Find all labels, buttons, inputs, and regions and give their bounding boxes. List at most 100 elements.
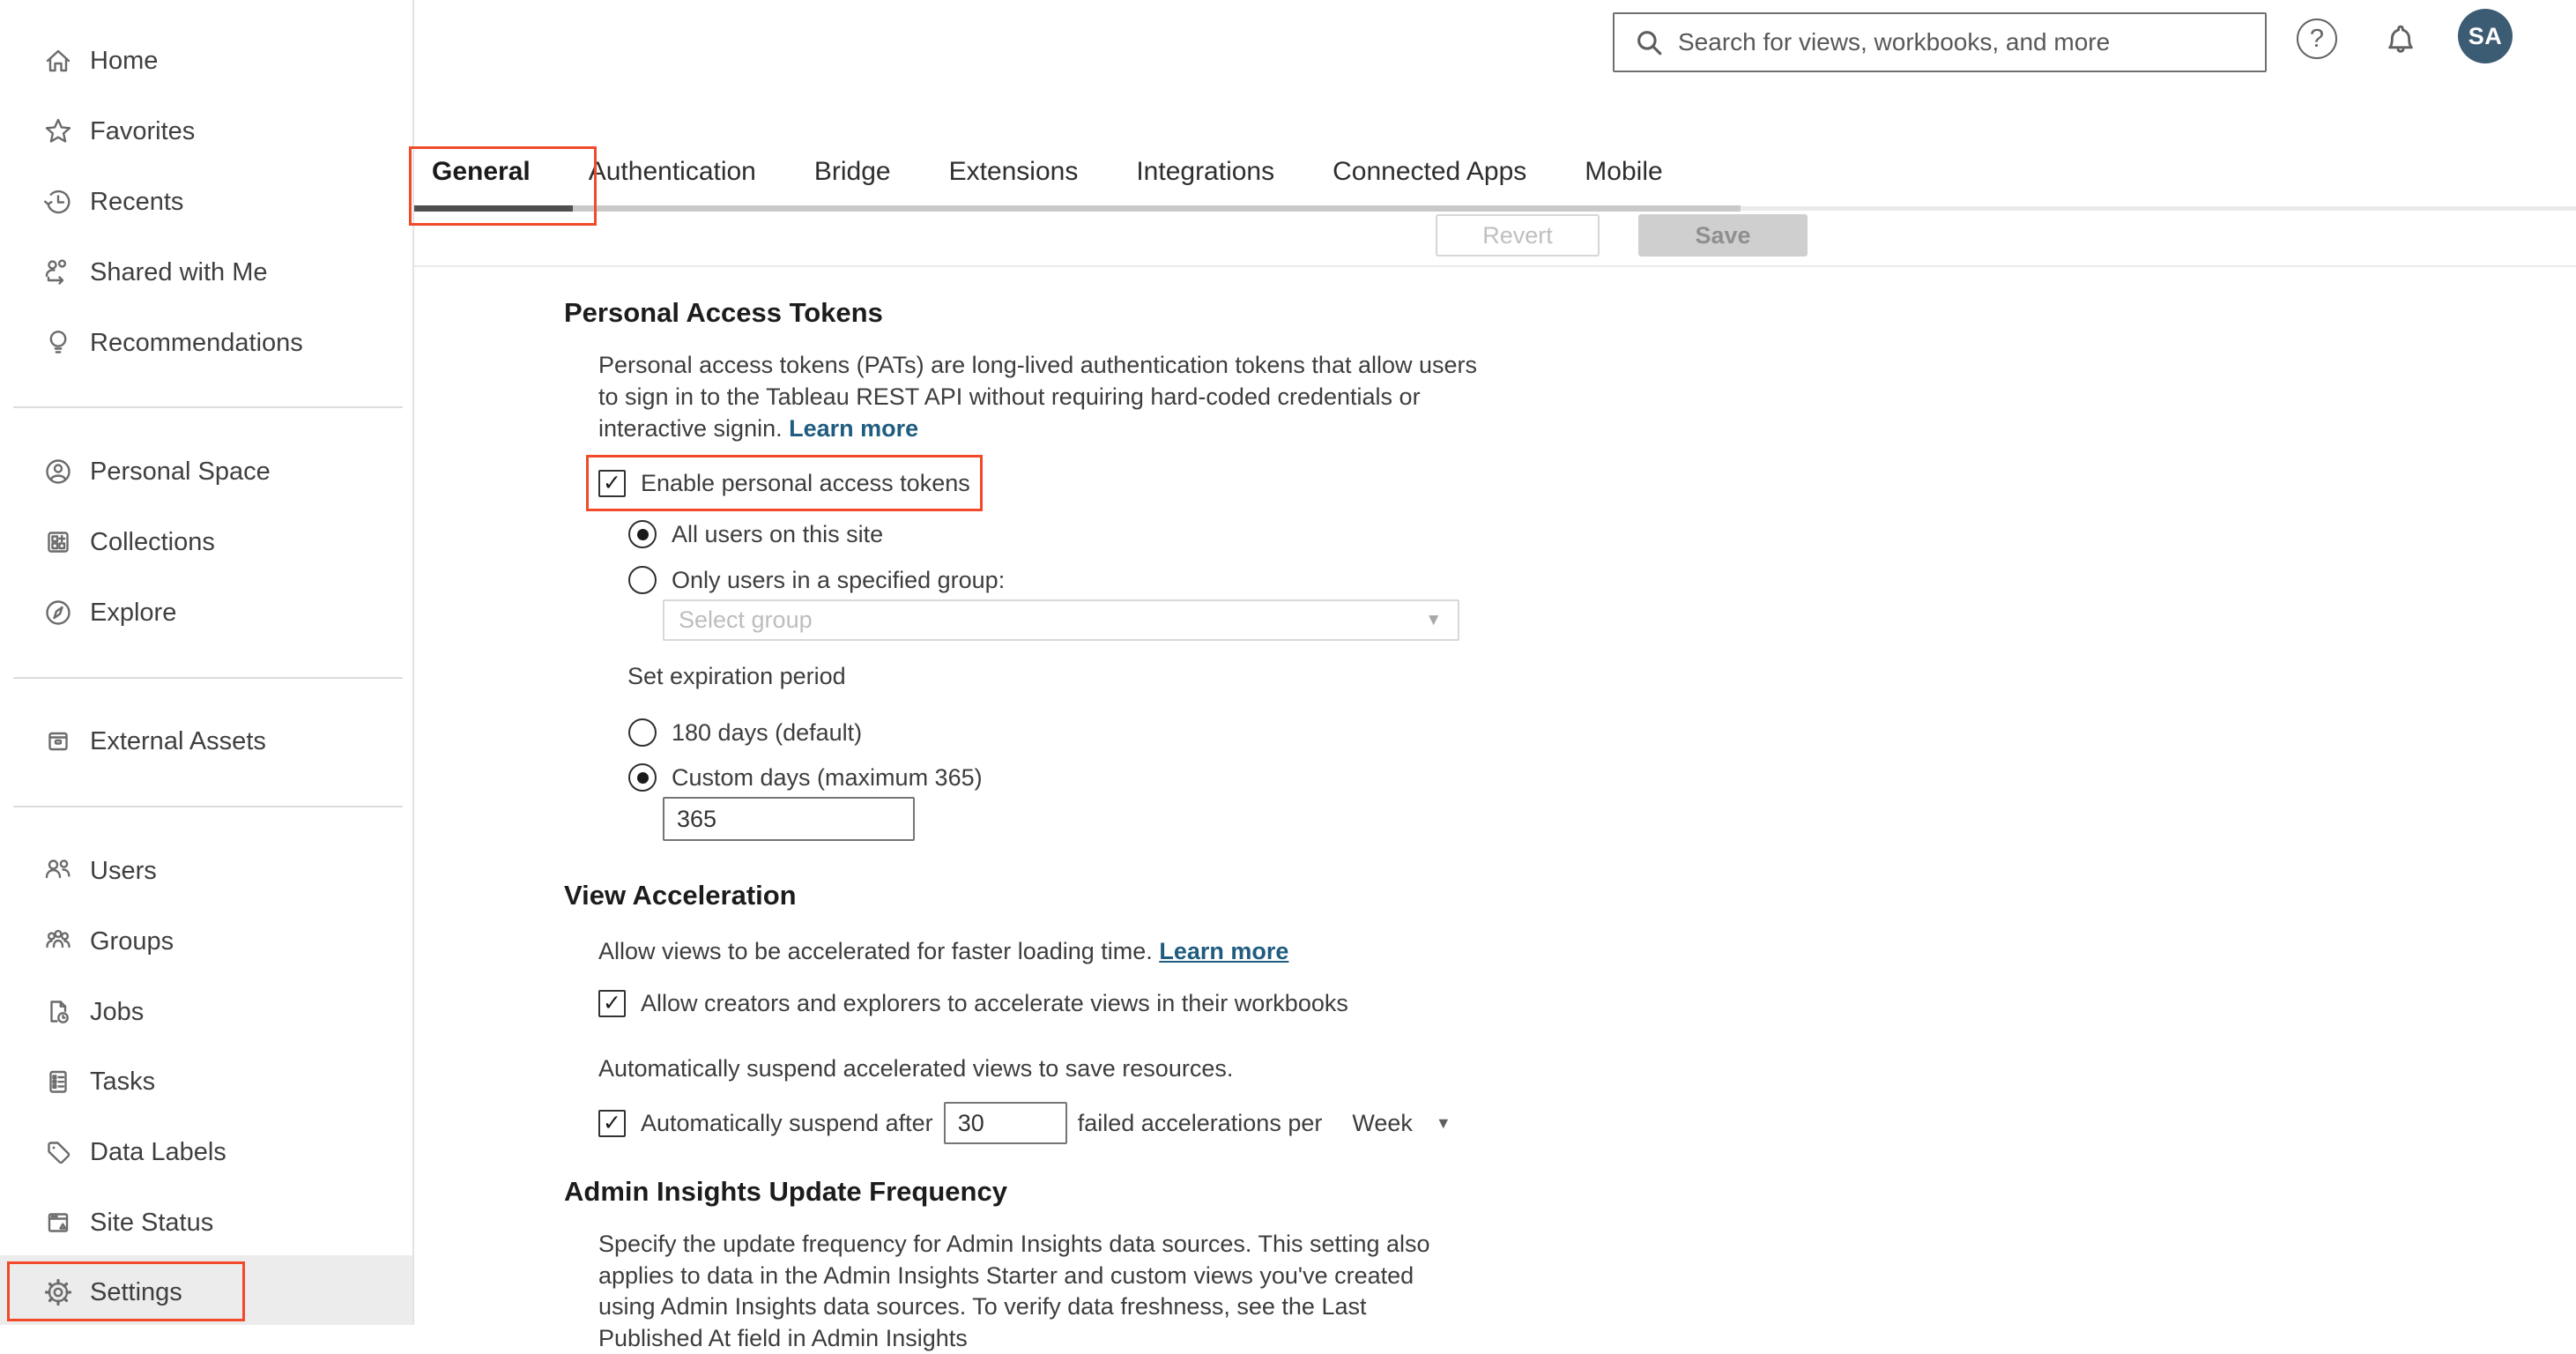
tab-integrations[interactable]: Integrations xyxy=(1136,157,1274,196)
compass-icon xyxy=(41,595,76,630)
checkmark-icon: ✓ xyxy=(603,470,621,495)
checkmark-icon: ✓ xyxy=(603,990,621,1016)
sidebar-item-favorites[interactable]: Favorites xyxy=(0,96,412,167)
chevron-down-icon[interactable]: ▼ xyxy=(1436,1114,1451,1133)
tag-icon xyxy=(41,1135,76,1170)
sidebar-item-label: Jobs xyxy=(90,997,145,1026)
search-box xyxy=(1613,12,2267,72)
sidebar-item-label: External Assets xyxy=(90,726,266,755)
sidebar-item-label: Settings xyxy=(90,1277,182,1306)
expiration-default-radio[interactable] xyxy=(628,718,657,747)
admin-insights-title: Admin Insights Update Frequency xyxy=(564,1176,1007,1207)
auto-suspend-checkbox[interactable]: ✓ xyxy=(598,1109,626,1137)
sidebar-item-personal-space[interactable]: Personal Space xyxy=(0,436,412,507)
sidebar-item-site-status[interactable]: Site Status xyxy=(0,1187,412,1258)
expiration-custom-row: Custom days (maximum 365) xyxy=(628,763,983,792)
history-clock-icon xyxy=(41,184,76,219)
sidebar-divider xyxy=(13,806,403,807)
users-icon xyxy=(41,853,76,889)
suspend-period-dropdown[interactable]: Week xyxy=(1352,1110,1413,1137)
chevron-down-icon: ▼ xyxy=(1425,610,1442,629)
sidebar-item-label: Tasks xyxy=(90,1067,156,1096)
scope-all-users-radio[interactable] xyxy=(628,520,657,548)
home-icon xyxy=(41,43,76,78)
sidebar-item-label: Shared with Me xyxy=(90,257,268,286)
sidebar-item-label: Groups xyxy=(90,926,174,956)
user-avatar[interactable]: SA xyxy=(2458,9,2513,63)
tab-extensions[interactable]: Extensions xyxy=(949,157,1079,196)
pat-learn-more-link[interactable]: Learn more xyxy=(789,415,918,442)
avatar-initials: SA xyxy=(2468,22,2503,49)
search-input[interactable] xyxy=(1676,17,2265,68)
sidebar-item-groups[interactable]: Groups xyxy=(0,906,412,977)
pat-description: Personal access tokens (PATs) are long-l… xyxy=(598,352,1478,442)
allow-accelerate-checkbox[interactable]: ✓ xyxy=(598,990,626,1017)
sidebar-item-recommendations[interactable]: Recommendations xyxy=(0,308,412,378)
groups-icon xyxy=(41,924,76,959)
sidebar-item-jobs[interactable]: Jobs xyxy=(0,977,412,1047)
sidebar-item-label: Users xyxy=(90,856,157,885)
collections-grid-icon xyxy=(41,524,76,560)
sidebar-item-label: Data Labels xyxy=(90,1137,226,1166)
bell-icon xyxy=(2388,25,2413,53)
auto-suspend-row: ✓ Automatically suspend after failed acc… xyxy=(598,1100,1451,1146)
pat-section-title: Personal Access Tokens xyxy=(564,297,883,328)
revert-button[interactable]: Revert xyxy=(1436,214,1600,257)
gear-icon xyxy=(41,1275,76,1310)
notifications-button[interactable] xyxy=(2379,18,2422,60)
tasks-clipboard-icon xyxy=(41,1064,76,1099)
toolbar-divider xyxy=(414,265,2576,267)
sidebar-item-label: Favorites xyxy=(90,116,196,145)
enable-pat-checkbox[interactable]: ✓ xyxy=(598,470,626,497)
sidebar-divider xyxy=(13,406,403,408)
tab-connected-apps[interactable]: Connected Apps xyxy=(1333,157,1526,196)
person-circle-icon xyxy=(41,454,76,489)
sidebar-item-collections[interactable]: Collections xyxy=(0,507,412,577)
sidebar-item-settings[interactable]: Settings xyxy=(0,1257,412,1328)
sidebar-item-external-assets[interactable]: External Assets xyxy=(0,706,412,777)
save-button[interactable]: Save xyxy=(1638,214,1808,257)
sidebar-item-label: Home xyxy=(90,46,159,75)
expiration-period-label: Set expiration period xyxy=(627,663,846,689)
auto-suspend-prefix: Automatically suspend after xyxy=(641,1109,933,1136)
sidebar-item-home[interactable]: Home xyxy=(0,26,412,96)
jobs-document-clock-icon xyxy=(41,994,76,1030)
sidebar-item-label: Personal Space xyxy=(90,457,271,486)
sidebar-item-tasks[interactable]: Tasks xyxy=(0,1046,412,1117)
failed-accelerations-input[interactable] xyxy=(943,1102,1067,1144)
custom-days-input[interactable] xyxy=(663,797,915,841)
auto-suspend-suffix: failed accelerations per xyxy=(1077,1109,1323,1136)
sidebar-item-explore[interactable]: Explore xyxy=(0,577,412,648)
expiration-default-label: 180 days (default) xyxy=(672,718,863,746)
tab-bridge[interactable]: Bridge xyxy=(814,157,891,196)
allow-accelerate-label: Allow creators and explorers to accelera… xyxy=(641,990,1348,1016)
scope-all-users-label: All users on this site xyxy=(672,520,884,547)
external-assets-box-icon xyxy=(41,724,76,759)
view-acceleration-description: Allow views to be accelerated for faster… xyxy=(598,938,1289,964)
view-acceleration-learn-more-link[interactable]: Learn more xyxy=(1159,938,1288,964)
scope-group-label: Only users in a specified group: xyxy=(672,566,1006,593)
tab-authentication[interactable]: Authentication xyxy=(589,157,756,196)
sidebar-item-label: Explore xyxy=(90,598,177,627)
tab-track xyxy=(414,205,1741,212)
scope-group-radio[interactable] xyxy=(628,566,657,594)
tab-mobile[interactable]: Mobile xyxy=(1585,157,1662,196)
expiration-default-row: 180 days (default) xyxy=(628,718,862,747)
select-group-placeholder: Select group xyxy=(679,606,813,633)
sidebar-item-data-labels[interactable]: Data Labels xyxy=(0,1117,412,1187)
tab-track-light xyxy=(1741,206,2576,211)
shared-with-me-icon xyxy=(41,255,76,290)
selected-tab-underline xyxy=(414,205,573,212)
sidebar-item-recents[interactable]: Recents xyxy=(0,167,412,237)
scope-all-users-row: All users on this site xyxy=(628,520,883,548)
expiration-custom-radio[interactable] xyxy=(628,763,657,792)
sidebar-item-users[interactable]: Users xyxy=(0,836,412,906)
select-group-dropdown[interactable]: Select group ▼ xyxy=(663,599,1459,641)
scope-group-row: Only users in a specified group: xyxy=(628,566,1005,594)
suspend-description: Automatically suspend accelerated views … xyxy=(598,1055,1234,1082)
help-button[interactable]: ? xyxy=(2297,19,2337,59)
sidebar-item-shared-with-me[interactable]: Shared with Me xyxy=(0,237,412,308)
tab-general[interactable]: General xyxy=(432,157,531,196)
question-mark-icon: ? xyxy=(2309,24,2325,53)
tableau-site-settings-page: { "header": { "search_placeholder": "Sea… xyxy=(0,0,2576,1351)
